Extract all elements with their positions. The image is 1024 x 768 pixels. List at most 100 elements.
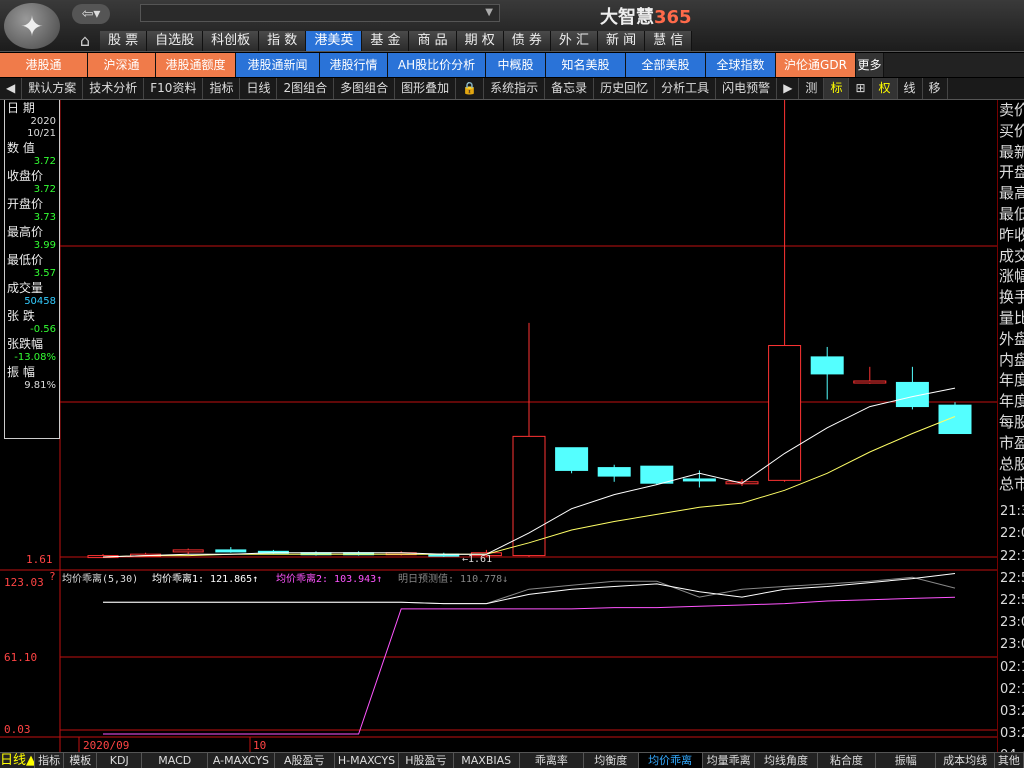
indicator-tab[interactable]: 粘合度 [818, 753, 877, 768]
toolbar-button[interactable]: 2图组合 [277, 78, 335, 99]
sub-nav-item[interactable]: 沪深通 [88, 53, 156, 77]
quote-label: 昨收 [999, 225, 1024, 244]
indicator-tab[interactable]: H股盈亏 [399, 753, 454, 768]
toolbar-button[interactable]: F10资料 [144, 78, 204, 99]
indicator-tab[interactable]: 其他 [995, 753, 1024, 768]
sub-nav-item[interactable]: 更多 [856, 53, 884, 77]
sub-nav-item[interactable]: 港股行情 [320, 53, 388, 77]
sub-nav-item[interactable]: 知名美股 [546, 53, 626, 77]
sub-nav-item[interactable]: 中概股 [486, 53, 546, 77]
main-nav-item[interactable]: 商 品 [409, 31, 457, 51]
info-value: 50458 [24, 296, 56, 307]
sub-nav-item[interactable]: 全球指数 [706, 53, 776, 77]
toolbar-button[interactable]: ◀ [0, 78, 23, 99]
indicator-tab[interactable]: MAXBIAS [454, 753, 520, 768]
candle-body [512, 435, 546, 557]
info-label: 振 幅 [7, 365, 35, 379]
toolbar-button[interactable]: 备忘录 [545, 78, 595, 99]
info-value: 9.81% [24, 380, 56, 391]
indicator-tab[interactable]: 均衡度 [584, 753, 639, 768]
tick-time: 23:0 [1000, 637, 1024, 653]
info-value: 3.57 [33, 268, 56, 279]
toolbar-button[interactable]: 历史回忆 [594, 78, 656, 99]
quote-label: 涨幅 [999, 267, 1024, 286]
main-nav-item[interactable]: 慧 信 [645, 31, 693, 51]
toolbar-button[interactable]: 线 [898, 78, 923, 99]
search-dropdown[interactable]: ▼ [140, 4, 500, 22]
toolbar-button[interactable]: 闪电预警 [716, 78, 778, 99]
toolbar-button[interactable]: 系统指示 [484, 78, 546, 99]
candle-body [215, 549, 247, 553]
toolbar-button[interactable]: ▶ [777, 78, 800, 99]
sub-nav-item[interactable]: 沪伦通GDR [776, 53, 856, 77]
sub-nav-item[interactable]: AH股比价分析 [388, 53, 486, 77]
tick-time: 22:1 [1000, 548, 1024, 564]
main-nav: 股 票自选股 科创板指 数港美英基 金商 品期 权债 券外 汇新 闻慧 信 [100, 31, 693, 51]
toolbar-button[interactable]: 日线 [240, 78, 278, 99]
toolbar-button[interactable]: 图形叠加 [395, 78, 457, 99]
sub-nav-item[interactable]: 港股通 [0, 53, 88, 77]
chart-grid [0, 100, 997, 752]
home-icon[interactable]: ⌂ [72, 31, 98, 51]
toolbar-button[interactable]: 🔒 [456, 78, 485, 99]
toolbar-button[interactable]: 分析工具 [655, 78, 717, 99]
tick-time: 03:2 [1000, 703, 1024, 719]
main-nav-item[interactable]: 自选股 [147, 31, 204, 51]
quote-label: 卖价 [999, 101, 1024, 119]
toolbar-button[interactable]: 标 [824, 78, 850, 99]
info-label: 收盘价 [7, 169, 44, 183]
quote-label: 年度 [999, 371, 1024, 390]
back-forward-icon[interactable]: ⇦▾ [72, 4, 110, 24]
indicator-tab[interactable]: 成本均线 [936, 753, 995, 768]
main-nav-item[interactable]: 新 闻 [598, 31, 646, 51]
main-nav-item[interactable]: 港美英 [306, 31, 363, 51]
main-nav-item[interactable]: 科创板 [203, 31, 260, 51]
price-low-label: 1.61 [26, 553, 53, 566]
toolbar-button[interactable]: 测 [799, 78, 825, 99]
indicator-tab[interactable]: H-MAXCYS [335, 753, 400, 768]
sub-nav-item[interactable]: 港股通新闻 [236, 53, 320, 77]
indicator-tab[interactable]: 均量乖离 [703, 753, 756, 768]
sub-nav-item[interactable]: 全部美股 [626, 53, 706, 77]
indicator-tab[interactable]: MACD [142, 753, 209, 768]
toolbar-button[interactable]: 多图组合 [334, 78, 396, 99]
info-value: 3.72 [33, 156, 56, 167]
toolbar-button[interactable]: ⊞ [849, 78, 873, 99]
main-nav-item[interactable]: 指 数 [259, 31, 307, 51]
toolbar-button[interactable]: 权 [872, 78, 898, 99]
kline-chart[interactable]: ←1.61 1.61? 均价乖离(5,30) 均价乖离1: 121.865↑ 均价乖离2… [0, 100, 997, 752]
indicator-tab[interactable]: 日线▲ [0, 753, 36, 768]
indicator-tab[interactable]: 振幅 [876, 753, 937, 768]
toolbar-button[interactable]: 移 [923, 78, 948, 99]
indicator-lines [103, 573, 956, 735]
tick-time: 21:3 [1000, 504, 1024, 520]
info-label: 最低价 [7, 253, 44, 267]
sub-nav-item[interactable]: 港股通额度 [156, 53, 236, 77]
indicator-tab[interactable]: 乖离率 [520, 753, 585, 768]
indicator-tab[interactable]: 均线角度 [755, 753, 818, 768]
main-nav-item[interactable]: 期 权 [456, 31, 504, 51]
indicator-tab[interactable]: A股盈亏 [275, 753, 335, 768]
main-nav-item[interactable]: 股 票 [100, 31, 148, 51]
toolbar-button[interactable]: 技术分析 [83, 78, 145, 99]
info-label: 日 期 [7, 101, 35, 115]
quote-label: 成交 [999, 246, 1024, 265]
indicator-tab[interactable]: 均价乖离 [638, 753, 703, 768]
chart-area[interactable]: ←1.61 1.61? 均价乖离(5,30) 均价乖离1: 121.865↑ 均价乖离2… [0, 100, 997, 752]
main-nav-item[interactable]: 基 金 [362, 31, 410, 51]
info-label: 张 跌 [7, 309, 35, 323]
candle-body [938, 404, 972, 435]
quote-info-box: 日 期 2020 10/21 数 值 3.72 收盘价 3.72 开盘价 3.73 最高价 3.9… [4, 100, 60, 439]
quote-label: 量比 [999, 308, 1024, 327]
toolbar-button[interactable]: 默认方案 [22, 78, 84, 99]
indicator-tab[interactable]: 模板 [64, 753, 98, 768]
tick-time: 03:2 [1000, 726, 1024, 742]
indicator-tab[interactable]: KDJ [97, 753, 143, 768]
candle-body [682, 478, 716, 482]
main-nav-item[interactable]: 债 券 [503, 31, 551, 51]
app-logo-icon[interactable]: ✦ [4, 3, 60, 49]
indicator-tab[interactable]: 指标 [35, 753, 65, 768]
toolbar-button[interactable]: 指标 [203, 78, 241, 99]
indicator-tab[interactable]: A-MAXCYS [208, 753, 275, 768]
main-nav-item[interactable]: 外 汇 [550, 31, 599, 51]
